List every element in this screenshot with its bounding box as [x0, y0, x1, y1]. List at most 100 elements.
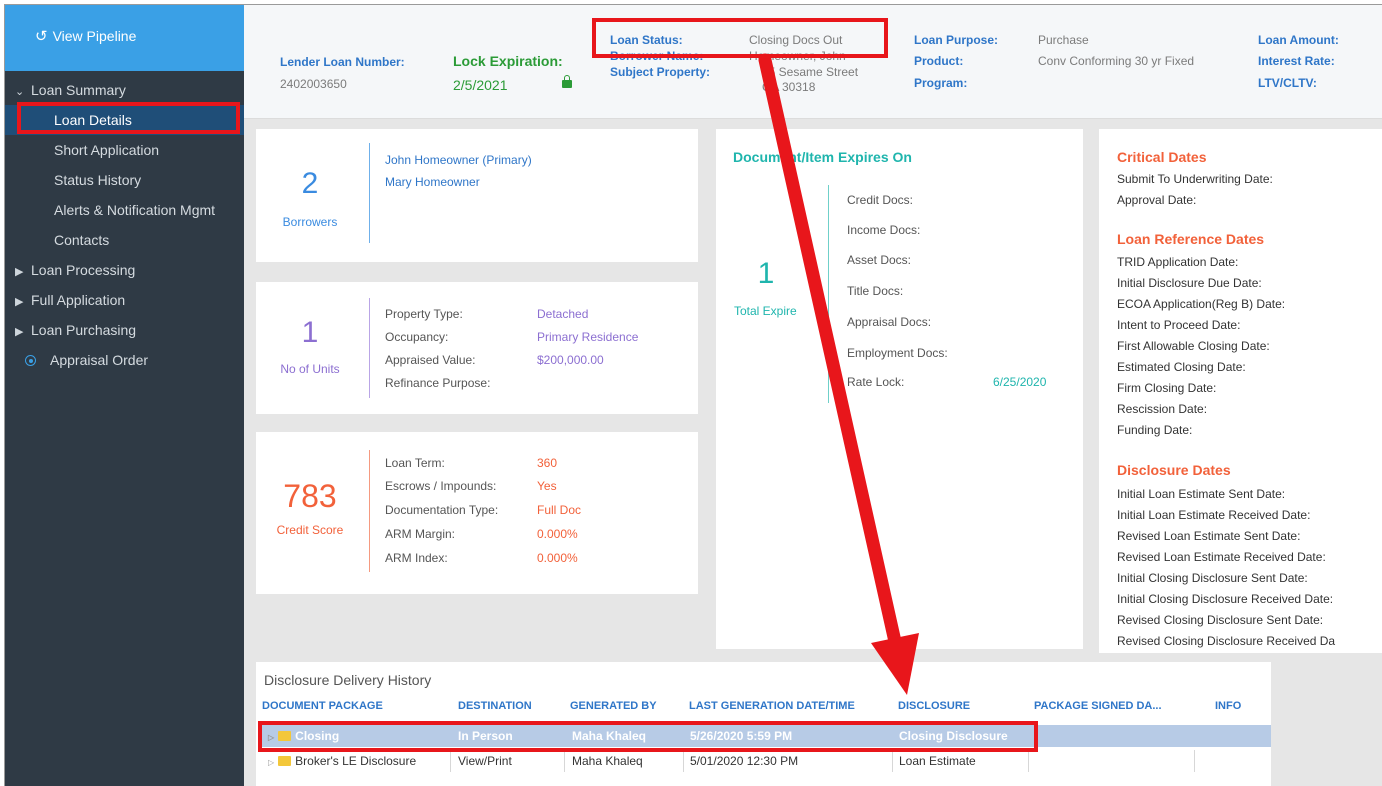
loan-term-label: Loan Term: [385, 456, 445, 470]
asset-docs-label: Asset Docs: [847, 253, 912, 267]
date-label: Revised Loan Estimate Received Date: [1117, 550, 1326, 564]
column-header[interactable]: DISCLOSURE [898, 700, 970, 712]
borrower-name-value: Homeowner, John [749, 49, 846, 63]
sidebar-item-full-application[interactable]: ▶ Full Application [5, 285, 244, 315]
rate-lock-value: 6/25/2020 [993, 375, 1047, 389]
loan-term-value: 360 [537, 456, 558, 470]
sidebar-item-loan-details[interactable]: Loan Details [5, 105, 244, 135]
escrows-value: Yes [537, 479, 557, 493]
loan-status-value: Closing Docs Out [749, 33, 843, 47]
borrowers-card: 2 Borrowers John Homeowner (Primary) Mar… [256, 129, 698, 262]
appraisal-docs-label: Appraisal Docs: [847, 315, 932, 329]
lender-loan-number-value: 2402003650 [280, 77, 347, 91]
date-label: Funding Date: [1117, 423, 1193, 437]
employment-docs-label: Employment Docs: [847, 346, 948, 360]
arm-index-value: 0.000% [537, 551, 578, 565]
sidebar-item-alerts[interactable]: Alerts & Notification Mgmt [5, 195, 244, 225]
column-header[interactable]: PACKAGE SIGNED DA... [1034, 700, 1162, 712]
date-label: Approval Date: [1117, 193, 1197, 207]
date-label: Intent to Proceed Date: [1117, 318, 1241, 332]
divider [1028, 750, 1029, 772]
credit-card: 783 Credit Score Loan Term: 360 Escrows … [256, 432, 698, 594]
rate-lock-label: Rate Lock: [847, 375, 905, 389]
loan-header: Lender Loan Number: 2402003650 Lock Expi… [244, 5, 1382, 119]
sidebar-nav: ⌄ Loan Summary Loan Details Short Applica… [5, 75, 244, 375]
generated-by-cell: Maha Khaleq [572, 729, 647, 743]
product-value: Conv Conforming 30 yr Fixed [1038, 54, 1195, 68]
destination-cell: View/Print [458, 754, 512, 768]
date-label: Revised Closing Disclosure Received Da [1117, 634, 1336, 648]
divider [564, 750, 565, 772]
date-label: TRID Application Date: [1117, 255, 1239, 269]
title-docs-label: Title Docs: [847, 284, 904, 298]
sidebar-item-label: Status History [54, 172, 142, 188]
date-label: Revised Closing Disclosure Sent Date: [1117, 613, 1324, 627]
sidebar-item-loan-processing[interactable]: ▶ Loan Processing [5, 255, 244, 285]
loan-purpose-value: Purchase [1038, 33, 1089, 47]
divider [683, 750, 684, 772]
package-cell: ▷ Closing [268, 725, 339, 747]
disclosure-cell: Loan Estimate [899, 754, 976, 768]
expand-triangle-icon[interactable]: ▷ [268, 758, 274, 767]
date-label: Submit To Underwriting Date: [1117, 172, 1273, 186]
credit-score-label: Credit Score [276, 523, 344, 537]
date-label: Initial Loan Estimate Sent Date: [1117, 487, 1286, 501]
escrows-label: Escrows / Impounds: [385, 479, 497, 493]
arm-margin-value: 0.000% [537, 527, 578, 541]
date-label: First Allowable Closing Date: [1117, 339, 1270, 353]
loan-amount-label: Loan Amount: [1258, 33, 1339, 47]
package-cell: ▷ Broker's LE Disclosure [268, 750, 416, 772]
borrower-name-label: Borrower Name: [610, 49, 704, 63]
divider [369, 450, 370, 572]
divider [892, 750, 893, 772]
column-header[interactable]: LAST GENERATION DATE/TIME [689, 700, 855, 712]
date-label: Revised Loan Estimate Sent Date: [1117, 529, 1301, 543]
sidebar-item-label: Alerts & Notification Mgmt [54, 202, 216, 218]
sidebar: ↺ View Pipeline ⌄ Loan Summary Loan Detail… [5, 5, 244, 786]
generated-by-cell: Maha Khaleq [572, 754, 643, 768]
column-header[interactable]: DESTINATION [458, 700, 532, 712]
product-label: Product: [914, 54, 964, 68]
property-type-label: Property Type: [385, 307, 463, 321]
arm-margin-label: ARM Margin: [385, 527, 456, 541]
disclosure-history-panel: Disclosure Delivery History DOCUMENT PAC… [256, 662, 1271, 786]
sidebar-item-loan-summary[interactable]: ⌄ Loan Summary [5, 75, 244, 105]
expand-triangle-icon[interactable]: ▷ [268, 733, 274, 742]
package-name: Broker's LE Disclosure [295, 754, 417, 768]
table-row[interactable]: ▷ Closing In Person Maha Khaleq 5/26/2020… [262, 725, 1271, 747]
divider [369, 298, 370, 398]
critical-dates-title: Critical Dates [1117, 149, 1207, 165]
view-pipeline-button[interactable]: ↺ View Pipeline [5, 5, 244, 71]
table-row[interactable]: ▷ Broker's LE Disclosure View/Print Maha … [262, 750, 1271, 772]
occupancy-label: Occupancy: [385, 330, 449, 344]
sidebar-item-label: Loan Purchasing [31, 322, 137, 338]
occupancy-value: Primary Residence [537, 330, 639, 344]
sidebar-item-short-application[interactable]: Short Application [5, 135, 244, 165]
documentation-type-label: Documentation Type: [385, 503, 499, 517]
sidebar-item-appraisal-order[interactable]: Appraisal Order [5, 345, 244, 375]
sidebar-item-label: Loan Details [54, 112, 132, 128]
dates-card: Critical Dates Submit To Underwriting Da… [1099, 129, 1382, 653]
sidebar-item-loan-purchasing[interactable]: ▶ Loan Purchasing [5, 315, 244, 345]
caret-right-icon: ▶ [15, 326, 24, 338]
borrower-name-2[interactable]: Mary Homeowner [385, 175, 480, 189]
sidebar-item-contacts[interactable]: Contacts [5, 225, 244, 255]
documentation-type-value: Full Doc [537, 503, 582, 517]
subject-property-line1: 35 Sesame Street [762, 65, 859, 79]
sidebar-item-status-history[interactable]: Status History [5, 165, 244, 195]
loan-status-label: Loan Status: [610, 33, 683, 47]
subject-property-label: Subject Property: [610, 65, 711, 79]
divider [450, 750, 451, 772]
column-header[interactable]: INFO [1215, 700, 1241, 712]
column-header[interactable]: GENERATED BY [570, 700, 657, 712]
date-label: Initial Loan Estimate Received Date: [1117, 508, 1311, 522]
sidebar-item-label: Loan Summary [31, 82, 126, 98]
borrower-name-1[interactable]: John Homeowner (Primary) [385, 153, 532, 167]
disclosure-dates-title: Disclosure Dates [1117, 462, 1231, 478]
borrowers-count: 2 [301, 167, 319, 200]
income-docs-label: Income Docs: [847, 223, 921, 237]
sidebar-item-label: Appraisal Order [50, 352, 149, 368]
column-header[interactable]: DOCUMENT PACKAGE [262, 700, 383, 712]
appraised-value-value: $200,000.00 [537, 353, 604, 367]
lender-loan-number-label: Lender Loan Number: [280, 55, 405, 69]
